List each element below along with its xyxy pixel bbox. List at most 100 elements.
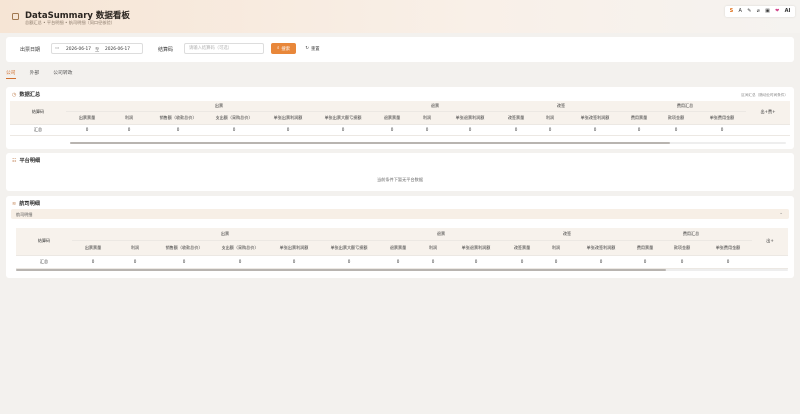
date-separator: 至 (95, 48, 100, 53)
airline-group-change: 改签 (504, 228, 630, 241)
airline-scroll-thumb[interactable] (16, 269, 666, 271)
col-issue-profit: 利润 (108, 111, 150, 125)
col-refund-count: 退票票量 (372, 111, 412, 125)
cell: 0 (372, 124, 412, 136)
col-change-count: 改签票量 (504, 240, 540, 256)
cell: 0 (378, 255, 418, 269)
airline-row-header: 结算码 (16, 228, 72, 256)
summary-note: 区间汇总（随动业时间条件） (741, 93, 788, 97)
airline-title: ≋ 航司明细 (12, 200, 40, 208)
col-fee-unit: 单张费用金额 (698, 111, 746, 125)
table-row: 汇总 0 0 0 0 0 0 0 0 0 0 0 0 0 0 0 (16, 255, 788, 269)
summary-group-issue: 出票 (66, 101, 372, 112)
mic-icon[interactable]: ⌀ (757, 6, 760, 17)
col-refund-count: 退票票量 (378, 240, 418, 256)
cell: 0 (72, 255, 114, 269)
page-header: DataSummary 数据看板 总额汇总 • 平台明细 • 航司明细（同口径核… (0, 0, 800, 33)
col-change-unit: 单张改签利润额 (572, 240, 630, 256)
col-unit-loss: 单张出票大额亏损额 (314, 111, 372, 125)
col-fee-amount: 款项金额 (654, 111, 698, 125)
row-label: 汇总 (16, 255, 72, 269)
cell (746, 124, 790, 136)
airline-group-fee: 费用汇总 (630, 228, 752, 241)
cell: 0 (150, 124, 206, 136)
date-start[interactable]: 2026-06-17 (66, 47, 91, 52)
table-row: 汇总 0 0 0 0 0 0 0 0 0 0 0 0 0 0 0 (10, 124, 790, 136)
cell: 0 (572, 255, 630, 269)
col-fee-count: 费用票量 (624, 111, 654, 125)
translate-icon[interactable]: S (730, 6, 734, 17)
col-change-unit: 单张改签利润额 (566, 111, 624, 125)
cell: 0 (448, 255, 504, 269)
capture-icon[interactable]: ▣ (765, 6, 770, 17)
col-fee-amount: 款项金额 (660, 240, 704, 256)
cell: 0 (156, 255, 212, 269)
tab-company-transfer[interactable]: 公司转政 (53, 69, 72, 79)
ai-icon[interactable]: AI (785, 6, 791, 17)
summary-scroll-thumb[interactable] (70, 142, 670, 144)
col-fee-unit: 单张费用金额 (704, 240, 752, 256)
chevron-down-icon[interactable]: ⌄ (779, 211, 783, 216)
col-expense: 支出额（采购总价） (206, 111, 262, 125)
settlement-code-input[interactable]: 请输入结算码（可选） (184, 43, 264, 54)
col-issue-count: 出票票量 (66, 111, 108, 125)
cell: 0 (540, 255, 572, 269)
col-refund-profit: 利润 (418, 240, 448, 256)
col-refund-unit: 单张退票利润额 (442, 111, 498, 125)
airline-panel-label: 航司明细 (16, 212, 33, 217)
summary-title-text: 数据汇总 (19, 92, 41, 98)
cell: 0 (704, 255, 752, 269)
reset-button[interactable]: ↻ 重置 (300, 43, 325, 54)
col-change-profit: 利润 (540, 240, 572, 256)
platform-card: ☷ 平台明细 当前条件下暂无平台数据 (6, 153, 794, 191)
cell (752, 255, 788, 269)
reset-button-label: 重置 (311, 46, 320, 52)
airline-collapse-header[interactable]: 航司明细 ⌄ (11, 209, 789, 219)
date-label: 出票日期 (20, 47, 41, 53)
cell: 0 (624, 124, 654, 136)
date-end[interactable]: 2026-06-17 (105, 47, 130, 52)
summary-group-refund: 退票 (372, 101, 498, 112)
favorite-icon[interactable]: ❤ (775, 6, 779, 17)
theme-icon[interactable]: ✎ (747, 6, 751, 17)
browser-toolbar: S A ✎ ⌀ ▣ ❤ AI (725, 6, 795, 17)
summary-icon: ◷ (12, 91, 17, 98)
col-refund-profit: 利润 (412, 111, 442, 125)
col-issue-profit: 利润 (114, 240, 156, 256)
cell: 0 (630, 255, 660, 269)
cell: 0 (108, 124, 150, 136)
page-subtitle: 总额汇总 • 平台明细 • 航司明细（同口径核验） (25, 20, 115, 25)
tab-company[interactable]: 公司 (6, 69, 16, 79)
col-change-count: 改签票量 (498, 111, 534, 125)
platform-empty-message: 当前条件下暂无平台数据 (376, 177, 424, 182)
cell: 0 (206, 124, 262, 136)
cell: 0 (412, 124, 442, 136)
col-unit-profit: 单张出票利润额 (268, 240, 320, 256)
search-button[interactable]: ⌕ 搜索 (271, 43, 296, 54)
date-range-picker[interactable]: ▭ 2026-06-17 至 2026-06-17 (51, 43, 143, 54)
search-button-label: 搜索 (281, 46, 290, 52)
col-unit-loss: 单张出票大额亏损额 (320, 240, 378, 256)
platform-title: ☷ 平台明细 (12, 157, 40, 165)
airline-table: 结算码 出票 退票 改签 费用汇总 出+ 出票票量 利润 销售额（收款总价） 支… (16, 228, 788, 269)
tab-external[interactable]: 外部 (30, 69, 40, 79)
cell: 0 (320, 255, 378, 269)
airline-group-issue: 出票 (72, 228, 378, 241)
cell: 0 (268, 255, 320, 269)
reset-icon: ↻ (305, 46, 309, 51)
calendar-icon: ▭ (55, 46, 60, 51)
cell: 0 (66, 124, 108, 136)
summary-col-extra: 出+费+ (746, 101, 790, 125)
platform-icon: ☷ (12, 157, 17, 164)
col-issue-count: 出票票量 (72, 240, 114, 256)
col-change-profit: 利润 (534, 111, 566, 125)
cell: 0 (418, 255, 448, 269)
cell: 0 (114, 255, 156, 269)
col-expense: 支出额（采购总价） (212, 240, 268, 256)
cell: 0 (660, 255, 704, 269)
col-unit-profit: 单张出票利润额 (262, 111, 314, 125)
cell: 0 (566, 124, 624, 136)
font-size-icon[interactable]: A (739, 6, 742, 17)
cell: 0 (498, 124, 534, 136)
summary-card: ◷ 数据汇总 区间汇总（随动业时间条件） 结算码 出票 退票 改签 费用汇总 出… (6, 87, 794, 149)
